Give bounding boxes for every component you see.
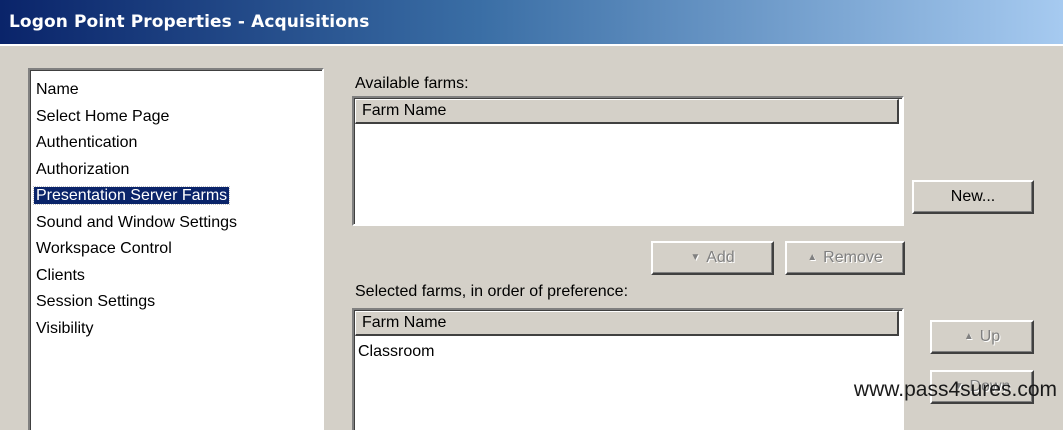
nav-item-label: Sound and Window Settings <box>36 213 238 231</box>
up-arrow-icon: ▲ <box>807 252 818 263</box>
nav-item-visibility[interactable]: Visibility <box>34 316 322 343</box>
remove-farm-button[interactable]: ▲ Remove <box>785 241 905 275</box>
nav-item-sound-and-window-settings[interactable]: Sound and Window Settings <box>34 210 322 237</box>
nav-item-label: Clients <box>36 266 85 284</box>
title-divider <box>0 44 1063 46</box>
nav-item-label: Authentication <box>36 134 138 151</box>
nav-item-session-settings[interactable]: Session Settings <box>34 289 322 316</box>
nav-item-workspace-control[interactable]: Workspace Control <box>34 236 322 263</box>
window-title: Logon Point Properties - Acquisitions <box>9 12 370 32</box>
remove-button-label: Remove <box>823 249 883 266</box>
new-button-label: New... <box>950 188 996 205</box>
properties-window: Logon Point Properties - Acquisitions Na… <box>0 0 1063 430</box>
move-up-button[interactable]: ▲ Up <box>930 320 1034 354</box>
nav-item-label: Authorization <box>36 160 130 178</box>
up-arrow-icon: ▲ <box>963 331 974 342</box>
selected-farms-column-header[interactable]: Farm Name <box>355 311 899 336</box>
down-arrow-icon: ▼ <box>690 252 701 263</box>
nav-item-label: Workspace Control <box>36 240 172 257</box>
nav-item-presentation-server-farms[interactable]: Presentation Server Farms <box>32 183 322 210</box>
nav-item-authentication[interactable]: Authentication <box>34 130 322 157</box>
property-pages-list[interactable]: Name Select Home Page Authentication Aut… <box>28 68 324 430</box>
nav-item-label: Presentation Server Farms <box>32 186 231 205</box>
up-button-label: Up <box>979 328 1001 345</box>
nav-item-name[interactable]: Name <box>34 77 322 104</box>
nav-item-label: Select Home Page <box>36 107 170 125</box>
farm-row-classroom[interactable]: Classroom <box>358 343 434 361</box>
selected-farms-label: Selected farms, in order of preference: <box>355 283 629 300</box>
nav-item-authorization[interactable]: Authorization <box>34 157 322 184</box>
add-farm-button[interactable]: ▼ Add <box>651 241 774 275</box>
nav-item-label: Name <box>36 81 79 98</box>
nav-item-label: Session Settings <box>36 293 156 310</box>
new-farm-button[interactable]: New... <box>912 180 1034 214</box>
available-farms-label: Available farms: <box>355 75 469 92</box>
add-button-label: Add <box>706 249 735 266</box>
watermark-text: www.pass4sures.com <box>853 378 1057 401</box>
nav-item-clients[interactable]: Clients <box>34 263 322 290</box>
available-farms-column-header[interactable]: Farm Name <box>355 99 899 124</box>
nav-item-label: Visibility <box>36 319 94 337</box>
available-farms-list[interactable]: Farm Name <box>352 96 904 226</box>
title-bar[interactable]: Logon Point Properties - Acquisitions <box>0 0 1063 44</box>
selected-farms-list[interactable]: Farm Name Classroom <box>352 308 904 430</box>
nav-item-select-home-page[interactable]: Select Home Page <box>34 104 322 131</box>
